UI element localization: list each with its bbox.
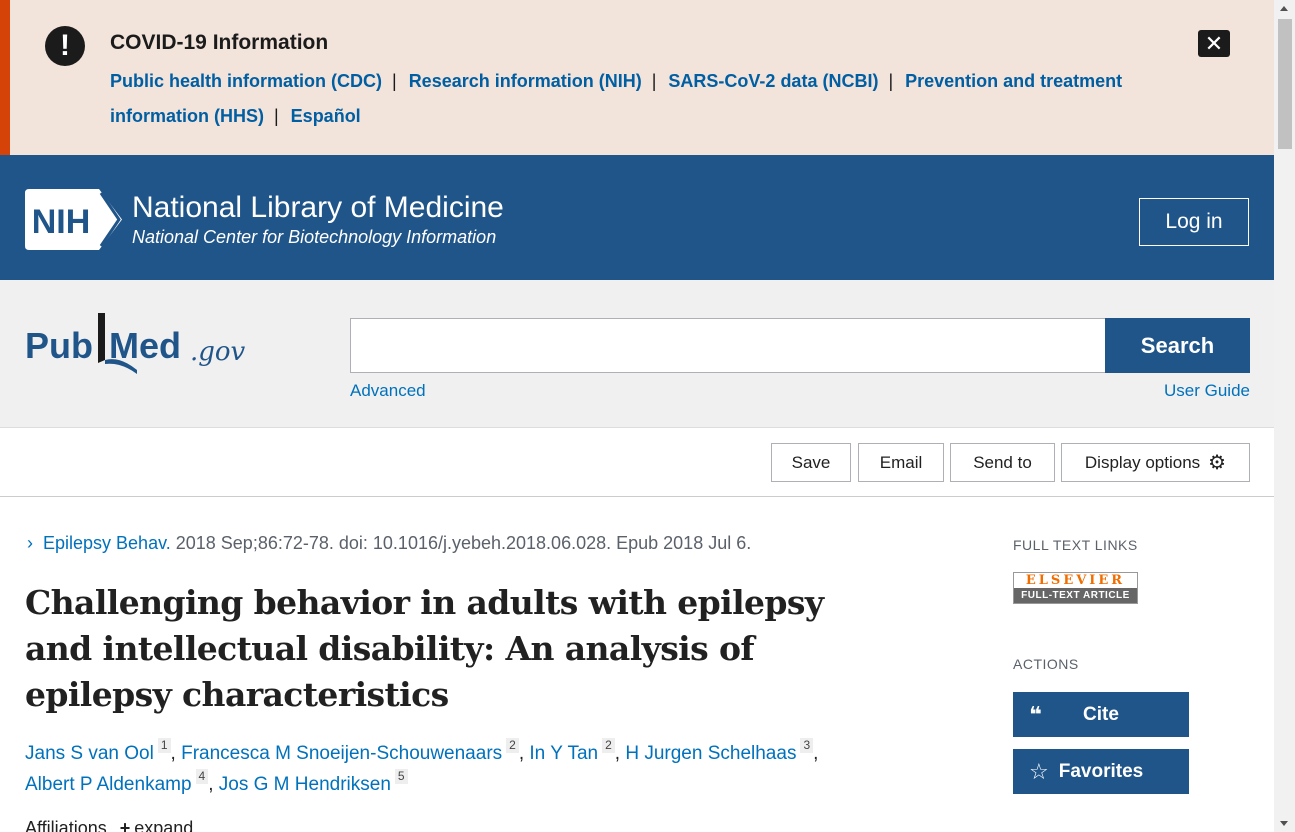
search-band: Pub Med .gov Search Advanced User Guide [0,280,1274,428]
advanced-search-link[interactable]: Advanced [350,381,426,401]
close-icon[interactable]: ✕ [1198,30,1230,57]
scrollbar-thumb[interactable] [1278,19,1292,149]
org-subtitle[interactable]: National Center for Biotechnology Inform… [132,227,496,248]
favorites-label: Favorites [1058,761,1144,782]
affiliation-number[interactable]: 4 [195,769,209,784]
org-name[interactable]: National Library of Medicine [132,191,504,225]
elsevier-full-text-link[interactable]: ELSEVIER FULL-TEXT ARTICLE [1013,572,1138,604]
email-button-label: Email [879,453,923,472]
scroll-up-icon[interactable] [1280,6,1288,11]
pubmed-logo-gov: .gov [190,337,246,367]
cite-label: Cite [1083,704,1119,725]
covid-banner-links: Public health information (CDC) | Research… [110,64,1190,134]
nih-logo[interactable]: NIH [25,189,122,250]
display-options-label: Display options [1084,453,1201,472]
send-to-button-label: Send to [973,453,1032,472]
alert-icon: ! [45,26,85,66]
page: ! COVID-19 Information Public health inf… [0,0,1274,832]
pubmed-logo[interactable]: Pub Med .gov [25,308,255,378]
covid-link-nih[interactable]: Research information (NIH) [409,71,642,91]
send-to-button[interactable]: Send to [950,443,1055,482]
author-link[interactable]: Francesca M Snoeijen-Schouwenaars [181,743,502,764]
author-link[interactable]: Albert P Aldenkamp [25,774,192,795]
journal-link[interactable]: Epilepsy Behav. [43,533,171,553]
login-button[interactable]: Log in [1139,198,1249,246]
email-button[interactable]: Email [858,443,944,482]
expand-label[interactable]: expand [134,818,193,832]
cite-button[interactable]: ❝ Cite [1013,692,1189,737]
affiliations-label: Affiliations [25,818,107,832]
pubmed-logo-med: Med [109,325,181,366]
article-title: Challenging behavior in adults with epil… [25,583,824,714]
covid-banner-title: COVID-19 Information [110,31,329,54]
author-link[interactable]: H Jurgen Schelhaas [625,743,796,764]
link-separator: | [392,71,397,91]
author-list: Jans S van Ool 1, Francesca M Snoeijen-Sc… [25,738,819,795]
author-link[interactable]: Jos G M Hendriksen [219,774,391,795]
save-button-label: Save [791,453,831,472]
elsevier-logo-text: ELSEVIER [1025,573,1126,588]
covid-link-ncbi[interactable]: SARS-CoV-2 data (NCBI) [668,71,878,91]
covid-link-espanol[interactable]: Español [291,106,361,126]
full-text-links-heading: FULL TEXT LINKS [1013,537,1138,553]
link-separator: | [888,71,894,91]
journal-citation: › Epilepsy Behav. 2018 Sep;86:72-78. doi:… [27,533,751,554]
link-separator: | [651,71,657,91]
nih-header: NIH National Library of Medicine Nationa… [0,155,1274,280]
save-button[interactable]: Save [771,443,851,482]
display-options-button[interactable]: Display options ⚙ [1061,443,1250,482]
elsevier-full-text-label: FULL-TEXT ARTICLE [1014,588,1137,603]
search-button[interactable]: Search [1105,318,1250,373]
article-toolbar: Save Email Send to Display options ⚙ [0,428,1274,497]
scroll-down-icon[interactable] [1280,821,1288,826]
user-guide-link[interactable]: User Guide [1164,381,1250,401]
vertical-scrollbar[interactable] [1274,0,1295,832]
favorites-button[interactable]: ☆ Favorites [1013,749,1189,794]
link-separator: | [273,106,279,126]
affiliation-number[interactable]: 3 [800,738,814,753]
pubmed-logo-pub: Pub [25,325,93,366]
citation-details: 2018 Sep;86:72-78. doi: 10.1016/j.yebeh.… [170,533,752,553]
author-link[interactable]: In Y Tan [529,743,598,764]
affiliation-number[interactable]: 2 [602,738,615,753]
affiliation-number[interactable]: 5 [394,769,408,784]
affiliation-number[interactable]: 1 [157,738,171,753]
nih-logo-text: NIH [32,203,91,241]
affiliation-number[interactable]: 2 [506,738,519,753]
actions-heading: ACTIONS [1013,656,1079,672]
search-input[interactable] [350,318,1106,373]
affiliations-toggle[interactable]: Affiliations + expand [25,818,193,832]
covid-banner: ! COVID-19 Information Public health inf… [0,0,1274,155]
gear-icon: ⚙ [1208,452,1227,474]
plus-icon: + [119,818,131,832]
author-link[interactable]: Jans S van Ool [25,743,154,764]
covid-link-cdc[interactable]: Public health information (CDC) [110,71,382,91]
chevron-right-icon[interactable]: › [27,533,33,553]
